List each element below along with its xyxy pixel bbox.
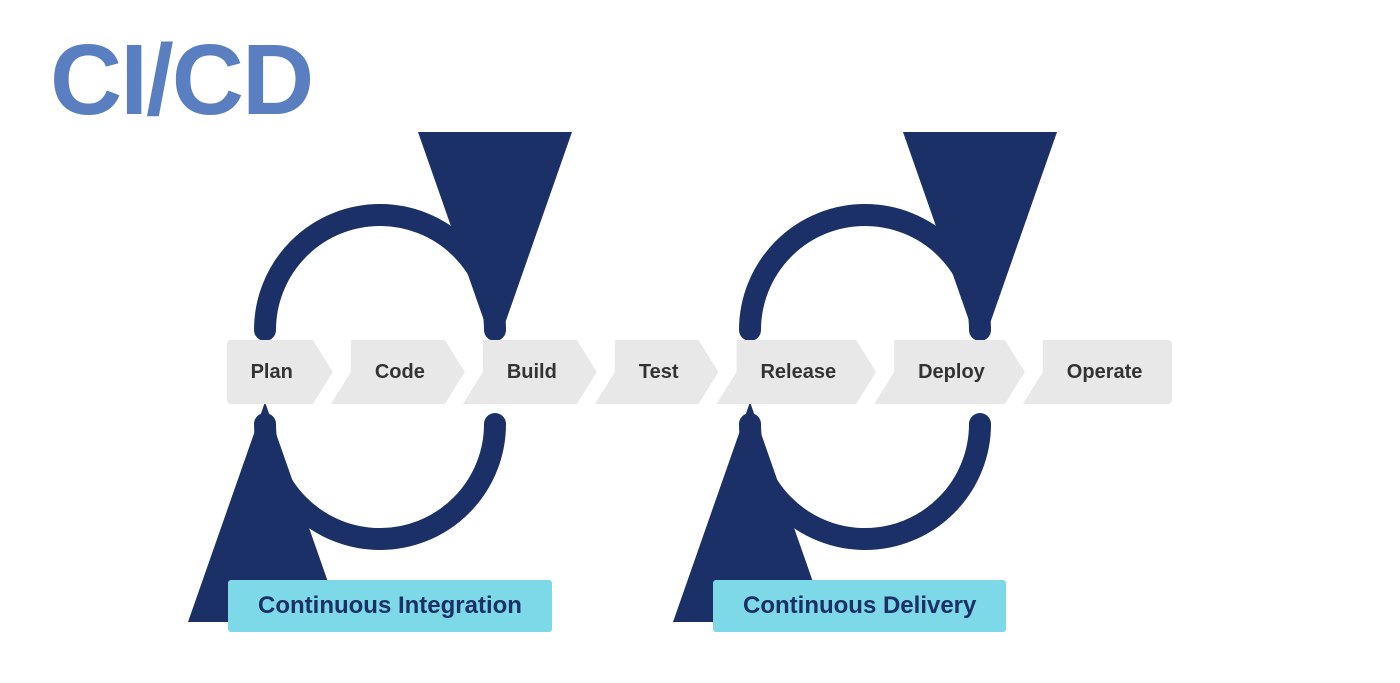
pipeline-deploy: Deploy bbox=[874, 340, 1025, 404]
pipeline-code: Code bbox=[331, 340, 465, 404]
pipeline-test: Test bbox=[595, 340, 719, 404]
ci-label: Continuous Integration bbox=[228, 580, 552, 632]
cd-bottom-arc bbox=[730, 404, 1000, 584]
pipeline: Plan Code Build Test Release Deploy Oper… bbox=[50, 340, 1350, 404]
cd-label: Continuous Delivery bbox=[713, 580, 1006, 632]
page-title: CI/CD bbox=[50, 30, 312, 130]
pipeline-build: Build bbox=[463, 340, 597, 404]
cd-top-arc bbox=[730, 170, 1000, 350]
ci-bottom-arc bbox=[245, 404, 515, 584]
pipeline-release: Release bbox=[716, 340, 876, 404]
pipeline-operate: Operate bbox=[1023, 340, 1173, 404]
pipeline-plan: Plan bbox=[227, 340, 333, 404]
ci-top-arc bbox=[245, 170, 515, 350]
